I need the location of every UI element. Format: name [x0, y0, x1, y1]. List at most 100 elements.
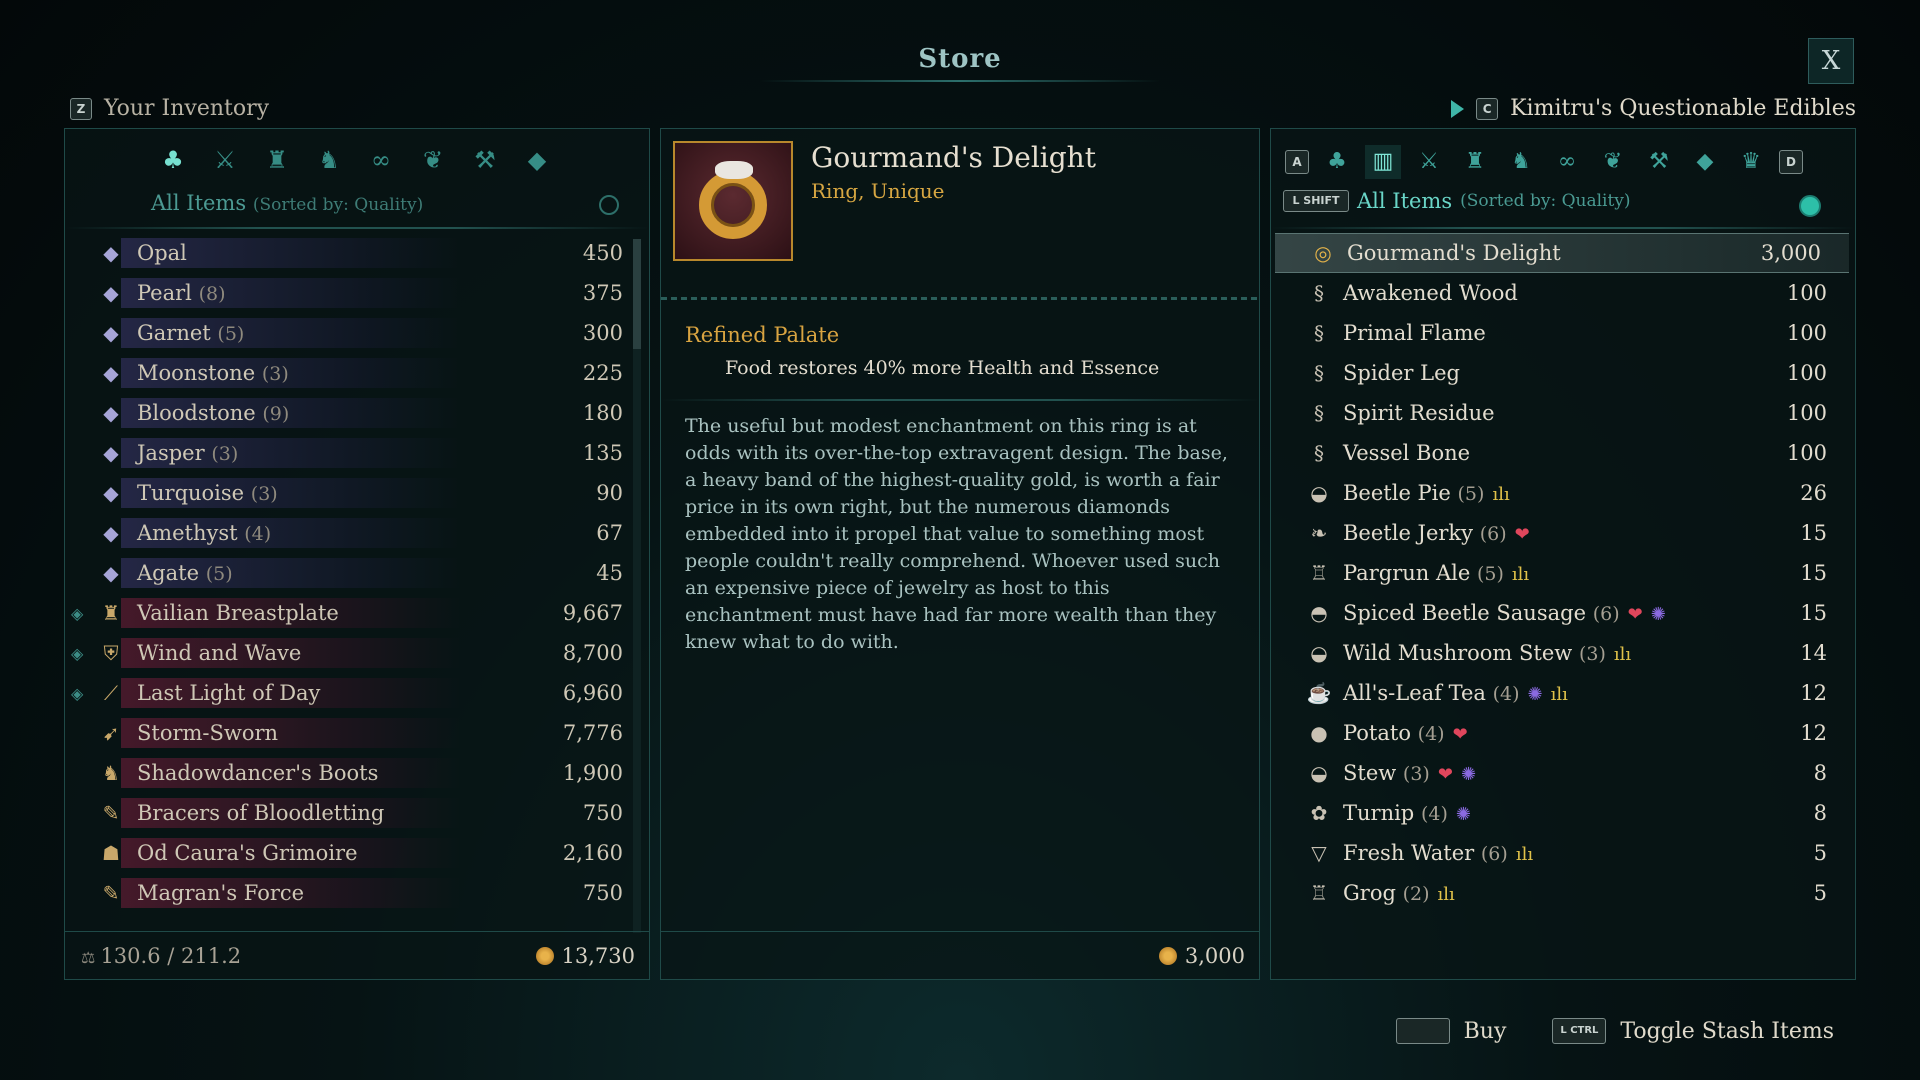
vendor-category-tabs: A ♣ ▥ ⚔ ♜ ♞ ∞ ❦ ⚒ ◆ ♛ D: [1285, 145, 1803, 179]
inventory-item-row[interactable]: ◆ Jasper (3) 135: [65, 433, 649, 473]
bracers-icon: ✎: [102, 801, 120, 825]
inventory-item-row[interactable]: ◆ Moonstone (3) 225: [65, 353, 649, 393]
vendor-item-row[interactable]: ☕ All's-Leaf Tea (4) ✺ ılı 12: [1271, 673, 1855, 713]
health-effect-icon: ❤: [1452, 724, 1468, 745]
item-count: (6): [1480, 843, 1508, 865]
crafting-icon[interactable]: ⚒: [467, 143, 503, 177]
vendor-item-row[interactable]: ◒ Wild Mushroom Stew (3) ılı 14: [1271, 633, 1855, 673]
vendor-item-row[interactable]: § Spider Leg 100: [1271, 353, 1855, 393]
inventory-item-row[interactable]: ◆ Pearl (8) 375: [65, 273, 649, 313]
inventory-item-row[interactable]: ◈ ♜ Vailian Breastplate 9,667: [65, 593, 649, 633]
item-count: (5): [217, 323, 245, 345]
inventory-item-row[interactable]: ◆ Agate (5) 45: [65, 553, 649, 593]
inventory-scroll-thumb[interactable]: [633, 239, 641, 349]
vendor-item-row[interactable]: ✿ Turnip (4) ✺ 8: [1271, 793, 1855, 833]
gems-icon[interactable]: ◆: [519, 143, 555, 177]
vendor-item-row[interactable]: § Spirit Residue 100: [1271, 393, 1855, 433]
vendor-sort-label: All Items: [1357, 189, 1453, 213]
inventory-item-row[interactable]: ◆ Amethyst (4) 67: [65, 513, 649, 553]
inventory-header: Z Your Inventory: [70, 96, 269, 121]
armor-icon[interactable]: ♜: [1457, 145, 1493, 179]
consumables-icon[interactable]: ❦: [1595, 145, 1631, 179]
boots-icon[interactable]: ♞: [311, 143, 347, 177]
inventory-item-row[interactable]: ♞ Shadowdancer's Boots 1,900: [65, 753, 649, 793]
weapons-icon[interactable]: ⚔: [207, 143, 243, 177]
health-effect-icon: ❤: [1514, 524, 1530, 545]
item-price: 100: [1786, 321, 1827, 345]
vendor-item-row[interactable]: ♖ Pargrun Ale (5) ılı 15: [1271, 553, 1855, 593]
all-items-icon[interactable]: ♣: [155, 143, 191, 177]
vendor-item-row[interactable]: ◓ Spiced Beetle Sausage (6) ❤ ✺ 15: [1271, 593, 1855, 633]
inventory-item-row[interactable]: ◈ ⟋ Last Light of Day 6,960: [65, 673, 649, 713]
item-name-text: Od Caura's Grimoire: [137, 841, 358, 865]
inventory-item-row[interactable]: ➹ Storm-Sworn 7,776: [65, 713, 649, 753]
vendor-item-row[interactable]: ◒ Stew (3) ❤ ✺ 8: [1271, 753, 1855, 793]
vendor-item-row[interactable]: § Primal Flame 100: [1271, 313, 1855, 353]
scroll-icon: §: [1314, 361, 1324, 385]
item-name-text: Turquoise: [137, 481, 245, 505]
equipped-icon: ◈: [71, 683, 84, 703]
inventory-list: ◆ Opal 450 ◆ Pearl (8) 375 ◆ Garnet (5) 300 ◆ Moo…: [65, 233, 649, 913]
vendor-sort[interactable]: L SHIFT All Items (Sorted by: Quality): [1283, 189, 1631, 213]
vendor-name[interactable]: Kimitru's Questionable Edibles: [1510, 96, 1856, 121]
weapons-icon[interactable]: ⚔: [1411, 145, 1447, 179]
item-price: 6,960: [562, 681, 623, 705]
inventory-key-hint: Z: [70, 97, 92, 120]
item-name: Beetle Jerky (6) ❤: [1343, 521, 1530, 545]
vendor-item-row[interactable]: ● Potato (4) ❤ 12: [1271, 713, 1855, 753]
inventory-item-row[interactable]: ◆ Turquoise (3) 90: [65, 473, 649, 513]
close-button[interactable]: X: [1808, 38, 1854, 84]
gem-icon: ◆: [103, 241, 119, 265]
inventory-item-row[interactable]: ◆ Bloodstone (9) 180: [65, 393, 649, 433]
inventory-title[interactable]: Your Inventory: [104, 96, 269, 121]
item-price: 100: [1786, 401, 1827, 425]
boots-icon[interactable]: ♞: [1503, 145, 1539, 179]
crafting-icon[interactable]: ⚒: [1641, 145, 1677, 179]
scroll-icon: §: [1314, 401, 1324, 425]
inventory-filter-icon[interactable]: [599, 195, 619, 215]
item-name: Agate (5): [137, 561, 233, 585]
inventory-item-row[interactable]: ◆ Garnet (5) 300: [65, 313, 649, 353]
item-name: Wind and Wave: [137, 641, 301, 665]
vendor-item-row[interactable]: ❧ Beetle Jerky (6) ❤ 15: [1271, 513, 1855, 553]
inventory-sort[interactable]: All Items (Sorted by: Quality): [151, 191, 423, 215]
trinkets-icon[interactable]: ∞: [1549, 145, 1585, 179]
gems-icon[interactable]: ◆: [1687, 145, 1723, 179]
inventory-item-row[interactable]: ◈ ⛨ Wind and Wave 8,700: [65, 633, 649, 673]
vendor-item-row[interactable]: ♖ Grog (2) ılı 5: [1271, 873, 1855, 913]
unique-icon[interactable]: ♛: [1733, 145, 1769, 179]
trinkets-icon[interactable]: ∞: [363, 143, 399, 177]
inventory-item-row[interactable]: ✎ Magran's Force 750: [65, 873, 649, 913]
carry-weight-value: 130.6 / 211.2: [100, 943, 242, 968]
all-items-icon[interactable]: ♣: [1319, 145, 1355, 179]
item-name-text: Pargrun Ale: [1343, 561, 1471, 585]
item-count: (5): [205, 563, 233, 585]
buy-button[interactable]: Buy: [1464, 1019, 1507, 1044]
boots-icon: ♞: [102, 761, 120, 785]
vendor-item-row[interactable]: ◒ Beetle Pie (5) ılı 26: [1271, 473, 1855, 513]
toggle-stash-button[interactable]: Toggle Stash Items: [1620, 1019, 1834, 1044]
inventory-sort-label: All Items: [151, 191, 247, 215]
vendor-filter-icon[interactable]: [1799, 195, 1821, 217]
item-name: Grog (2) ılı: [1343, 881, 1455, 905]
stamina-effect-icon: ılı: [1492, 484, 1510, 505]
item-count: (4): [1420, 803, 1448, 825]
item-price: 15: [1800, 561, 1827, 585]
store-items-icon[interactable]: ▥: [1365, 145, 1401, 179]
bracers-icon: ✎: [102, 881, 120, 905]
item-name-text: Spiced Beetle Sausage: [1343, 601, 1586, 625]
item-name-text: Turnip: [1343, 801, 1415, 825]
vendor-item-row[interactable]: ◎ Gourmand's Delight 3,000: [1275, 233, 1849, 273]
vendor-item-row[interactable]: ▽ Fresh Water (6) ılı 5: [1271, 833, 1855, 873]
consumables-icon[interactable]: ❦: [415, 143, 451, 177]
gem-icon: ◆: [103, 281, 119, 305]
vendor-item-row[interactable]: § Vessel Bone 100: [1271, 433, 1855, 473]
inventory-scrollbar[interactable]: [633, 239, 641, 933]
vendor-item-row[interactable]: § Awakened Wood 100: [1271, 273, 1855, 313]
armor-icon[interactable]: ♜: [259, 143, 295, 177]
item-name: Spirit Residue: [1343, 401, 1495, 425]
inventory-item-row[interactable]: ✎ Bracers of Bloodletting 750: [65, 793, 649, 833]
inventory-item-row[interactable]: ☗ Od Caura's Grimoire 2,160: [65, 833, 649, 873]
item-lore: The useful but modest enchantment on thi…: [685, 415, 1228, 653]
inventory-item-row[interactable]: ◆ Opal 450: [65, 233, 649, 273]
